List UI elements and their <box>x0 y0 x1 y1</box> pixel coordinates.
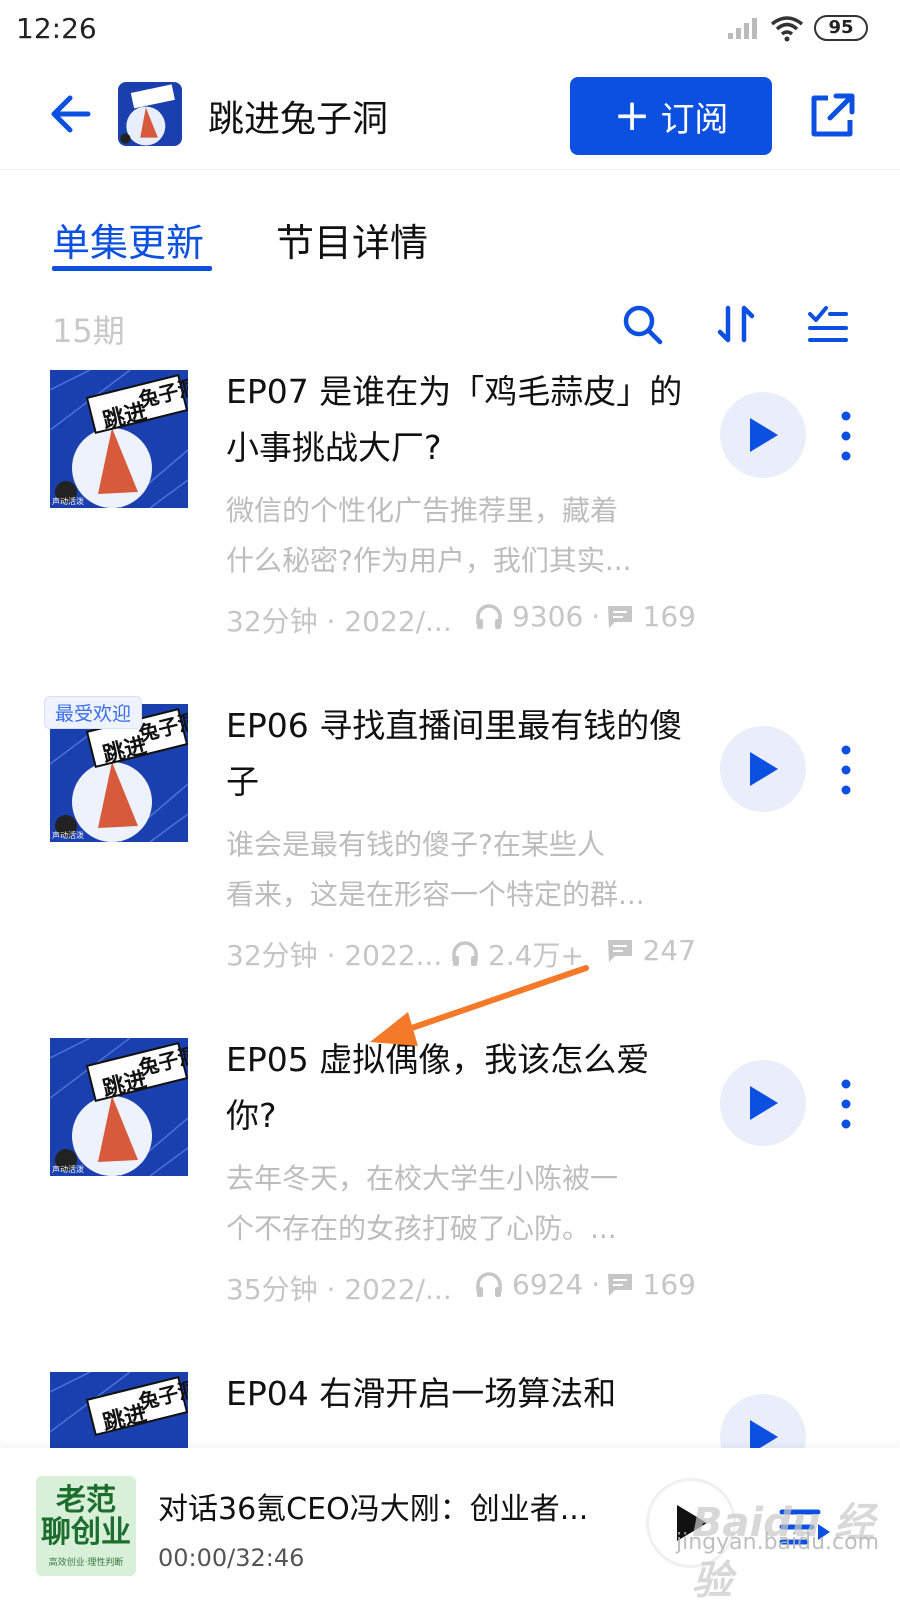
episode-meta: 32分钟 · 2022/... 9306 · 169 <box>226 600 696 640</box>
cover-line: 高效创业·理性判断 <box>48 1557 124 1568</box>
play-count-value: 2.4万+ <box>488 939 584 972</box>
tab-details[interactable]: 节目详情 <box>276 212 428 267</box>
podcast-title: 跳进兔子洞 <box>208 99 389 140</box>
play-button[interactable] <box>720 1394 806 1448</box>
episode-meta: 32分钟 · 2022... 2.4万+ 247 <box>226 934 696 974</box>
status-time: 12:26 <box>16 12 97 45</box>
wifi-icon <box>770 16 804 42</box>
episode-item[interactable]: 跳进 兔子洞 声动活泼 EP07 是谁在为「鸡毛蒜皮」的小事挑战大厂? 微信的个… <box>0 364 900 694</box>
status-icons: 95 <box>726 14 868 42</box>
description-line: 去年冬天，在校大学生小陈被一 <box>226 1162 619 1195</box>
comment-icon <box>607 939 632 962</box>
cover-publisher: 声动活泼 <box>52 830 84 840</box>
headphones-icon <box>452 941 478 966</box>
episode-description: 谁会是最有钱的傻子?在某些人 看来，这是在形容一个特定的群... <box>226 820 696 920</box>
play-button[interactable] <box>720 726 806 812</box>
mini-player-cover: 老范 聊创业 高效创业·理性判断 <box>36 1476 136 1576</box>
episode-description: 去年冬天，在校大学生小陈被一 个不存在的女孩打破了心防。... <box>226 1154 696 1254</box>
more-options-icon[interactable] <box>836 742 856 798</box>
play-icon <box>750 1086 778 1120</box>
cover-line: 聊创业 <box>41 1514 131 1550</box>
battery-indicator: 95 <box>814 15 868 41</box>
comment-count-value: 169 <box>642 600 696 633</box>
description-line: 微信的个性化广告推荐里，藏着 <box>226 494 619 527</box>
status-bar: 12:26 95 <box>0 0 900 64</box>
episode-duration-date: 32分钟 · 2022/... <box>226 605 452 638</box>
cover-publisher: 声动活泼 <box>52 496 84 506</box>
more-options-icon[interactable] <box>836 1076 856 1132</box>
play-count: 9306 · <box>474 600 600 633</box>
play-count-value: 6924 <box>512 1268 584 1301</box>
subscribe-label: 订阅 <box>660 99 729 140</box>
description-line: 什么秘密?作为用户，我们其实... <box>226 544 632 577</box>
episode-meta: 35分钟 · 2022/... 6924 · 169 <box>226 1268 696 1308</box>
play-icon <box>750 1420 778 1448</box>
episode-title[interactable]: EP07 是谁在为「鸡毛蒜皮」的小事挑战大厂? <box>226 364 686 476</box>
description-line: 谁会是最有钱的傻子?在某些人 <box>226 828 605 861</box>
tab-bar: 单集更新 节目详情 <box>0 204 900 274</box>
description-line: 看来，这是在形容一个特定的群... <box>226 878 645 911</box>
plus-icon: + <box>613 90 651 141</box>
signal-icon <box>728 18 757 39</box>
episode-duration-date: 32分钟 · 2022... <box>226 939 443 972</box>
headphones-icon <box>476 1271 502 1297</box>
episode-title[interactable]: EP06 寻找直播间里最有钱的傻子 <box>226 698 686 810</box>
now-playing-title[interactable]: 对话36氪CEO冯大刚：创业者... <box>158 1484 598 1528</box>
multi-select-icon[interactable] <box>806 302 850 346</box>
episode-title[interactable]: EP05 虚拟偶像，我该怎么爱你? <box>226 1032 686 1144</box>
search-icon[interactable] <box>620 302 664 346</box>
play-button[interactable] <box>720 1060 806 1146</box>
comment-icon <box>607 605 632 628</box>
podcast-header: 跳进兔子洞 + 订阅 <box>0 64 900 170</box>
episode-title[interactable]: EP04 右滑开启一场算法和 <box>226 1366 686 1422</box>
episode-item[interactable]: 跳进 兔子洞 EP04 右滑开启一场算法和 <box>0 1366 900 1448</box>
cover-publisher: 声动活泼 <box>52 1164 84 1174</box>
episode-cover: 跳进 兔子洞 <box>50 1372 188 1448</box>
watermark-url: jingyan.baidu.com <box>676 1530 880 1555</box>
sort-icon[interactable] <box>714 302 758 346</box>
episode-cover: 跳进 兔子洞 声动活泼 <box>50 1038 188 1176</box>
active-tab-indicator <box>52 266 212 271</box>
episode-count: 15期 <box>52 312 125 350</box>
subscribe-button[interactable]: + 订阅 <box>570 77 772 155</box>
play-count: 6924 · <box>474 1268 600 1301</box>
episode-description: 微信的个性化广告推荐里，藏着 什么秘密?作为用户，我们其实... <box>226 486 696 586</box>
popular-badge: 最受欢迎 <box>44 696 143 729</box>
play-count: 2.4万+ <box>450 934 584 974</box>
comment-icon <box>607 1273 632 1296</box>
playback-time: 00:00/32:46 <box>158 1544 305 1572</box>
episode-item[interactable]: 最受欢迎 跳进 兔子洞 声动活泼 EP06 寻找直播间里最有钱的傻子 谁会是最有… <box>0 696 900 1028</box>
podcast-thumbnail <box>118 82 182 146</box>
share-icon[interactable] <box>806 90 858 142</box>
episode-list-toolbar: 15期 <box>0 296 900 352</box>
episode-item[interactable]: 跳进 兔子洞 声动活泼 EP05 虚拟偶像，我该怎么爱你? 去年冬天，在校大学生… <box>0 1032 900 1362</box>
description-line: 个不存在的女孩打破了心防。... <box>226 1212 617 1245</box>
episode-duration-date: 35分钟 · 2022/... <box>226 1273 452 1306</box>
comment-count-value: 169 <box>642 1268 696 1301</box>
mini-player[interactable]: 老范 聊创业 高效创业·理性判断 对话36氪CEO冯大刚：创业者... 00:0… <box>0 1448 900 1600</box>
back-arrow-icon[interactable] <box>44 86 100 142</box>
play-count-value: 9306 <box>512 600 584 633</box>
play-icon <box>750 752 778 786</box>
more-options-icon[interactable] <box>836 408 856 464</box>
comment-count-value: 247 <box>642 934 696 967</box>
tab-episodes[interactable]: 单集更新 <box>52 212 204 267</box>
comment-count: 169 <box>605 600 696 633</box>
comment-count: 169 <box>605 1268 696 1301</box>
cover-line: 老范 <box>56 1482 116 1518</box>
episode-cover: 跳进 兔子洞 声动活泼 <box>50 370 188 508</box>
play-icon <box>750 418 778 452</box>
play-button[interactable] <box>720 392 806 478</box>
comment-count: 247 <box>605 934 696 967</box>
headphones-icon <box>476 603 502 629</box>
